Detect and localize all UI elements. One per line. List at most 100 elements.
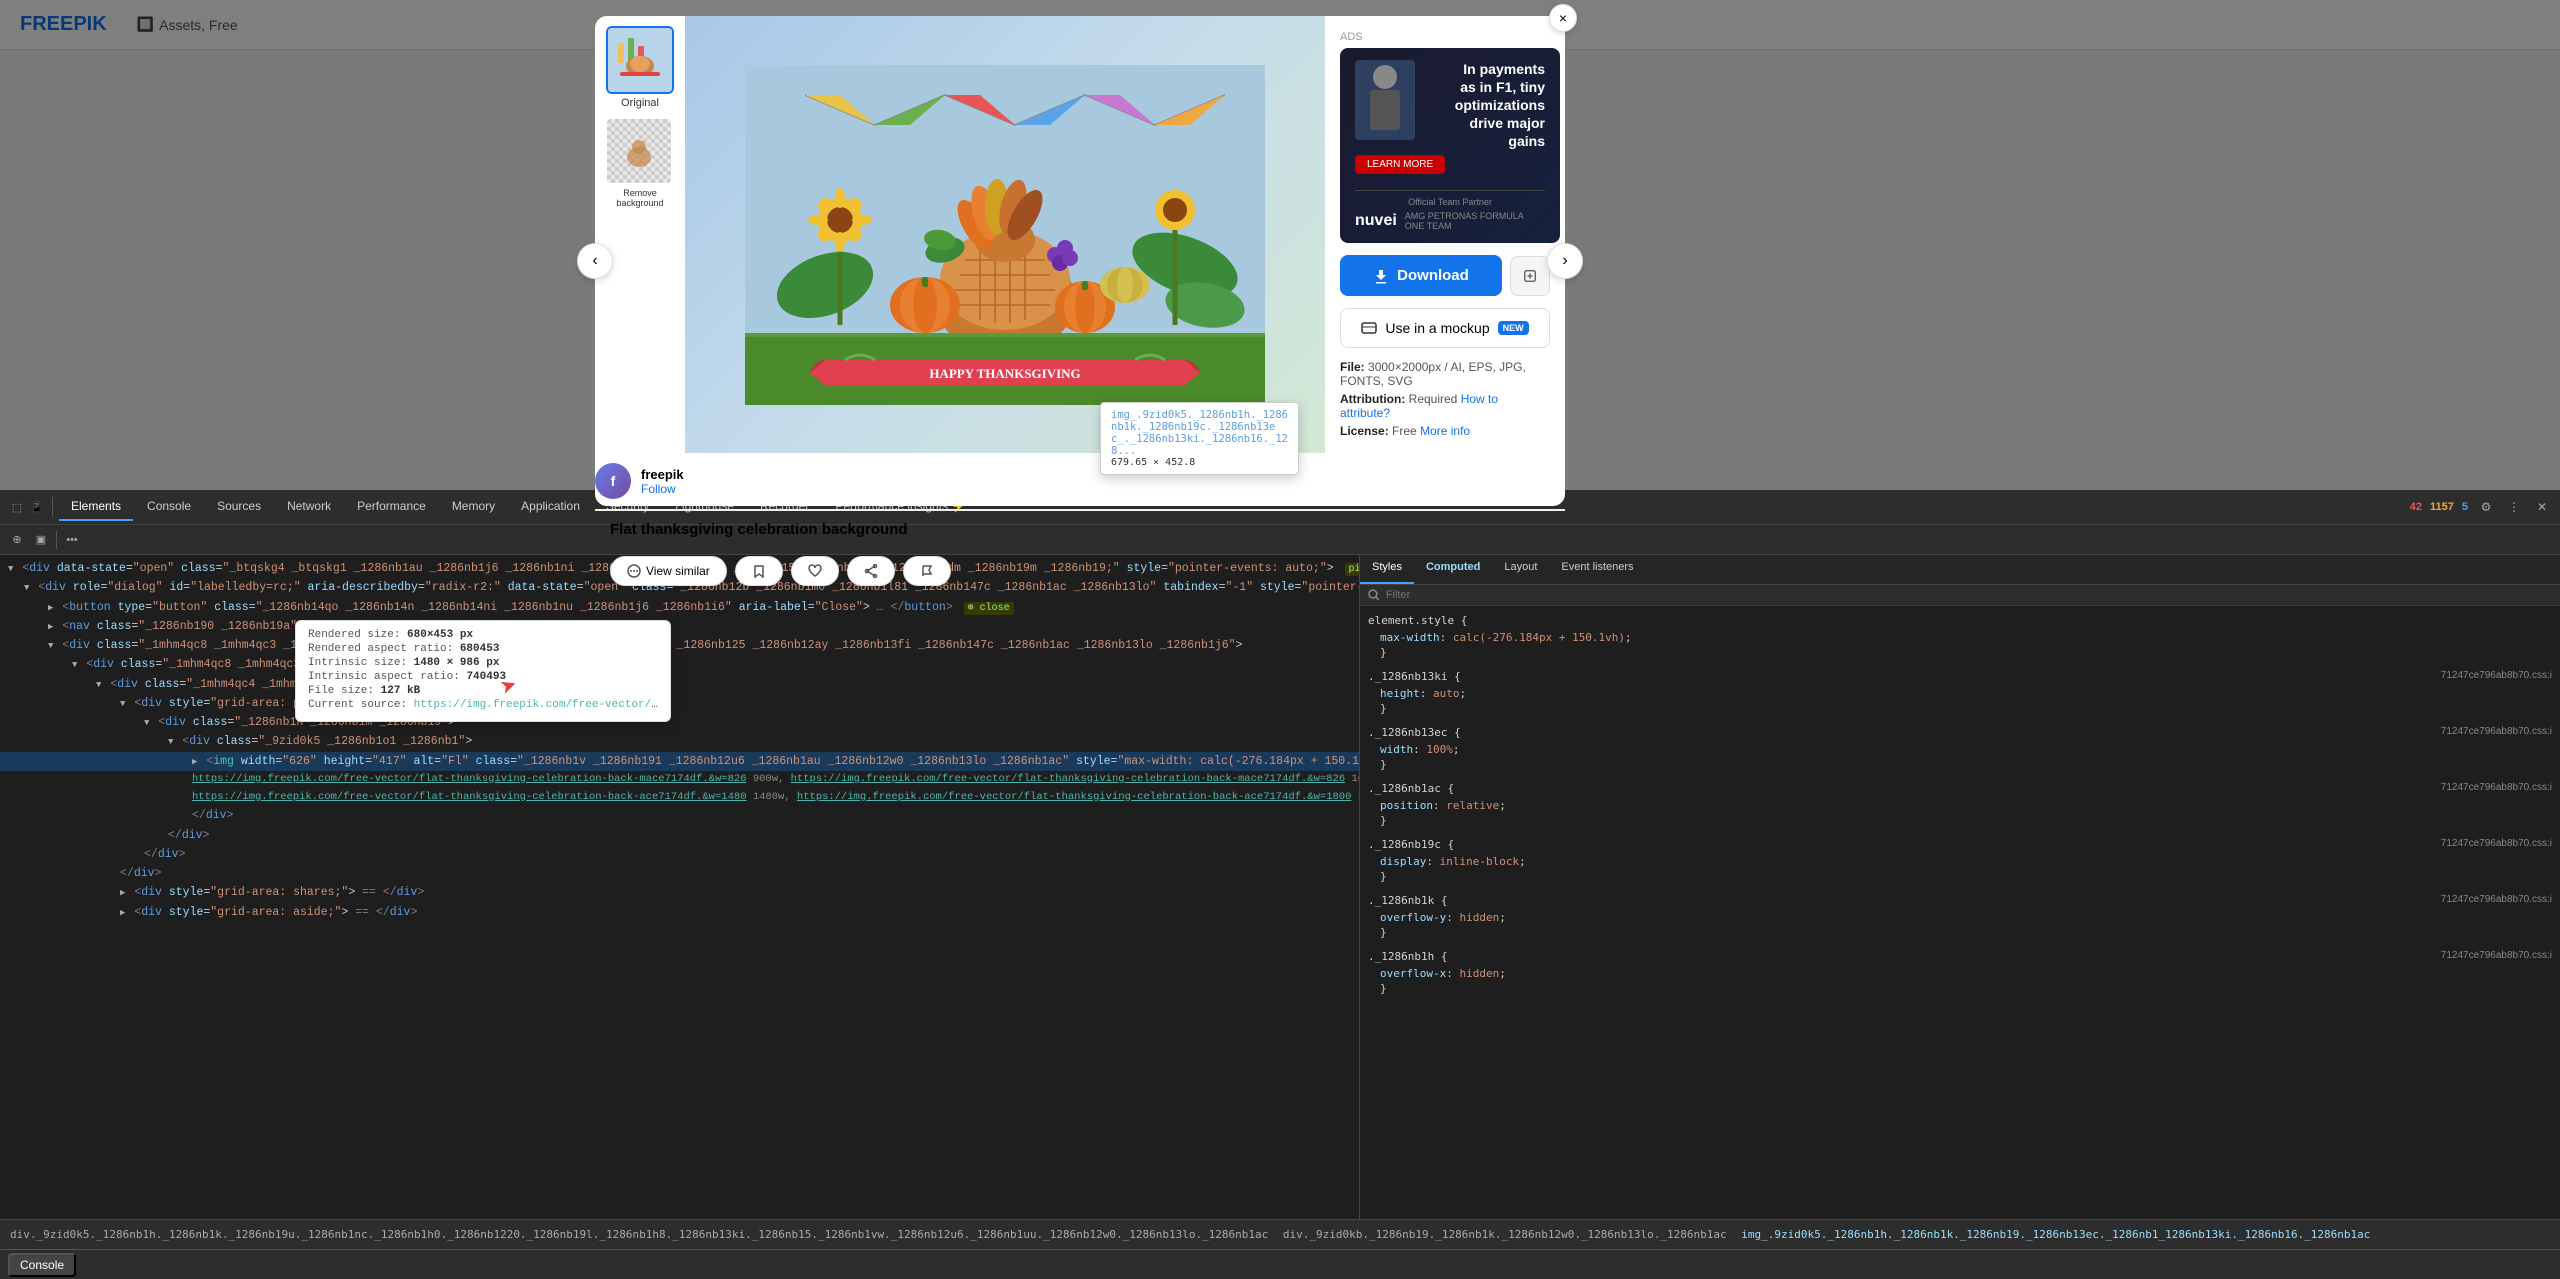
style-source-2: 71247ce796ab8b70.css:i [2441,726,2552,742]
dom-line[interactable]: </div> [0,845,1359,864]
download-icon-button[interactable] [1510,256,1550,296]
style-rule-6: ._1286nb1h { 71247ce796ab8b70.css:i over… [1368,950,2552,996]
error-count: 42 [2410,501,2422,513]
main-image: HAPPY THANKSGIVING [685,16,1325,453]
application-tab[interactable]: Application [509,493,592,521]
warning-count: 1157 [2430,501,2454,513]
dom-line-shares[interactable]: ▶ <div style="grid-area: shares;"> == </… [0,883,1359,902]
performance-tab[interactable]: Performance [345,493,438,521]
ads-learn-more-button[interactable]: LEARN MORE [1355,155,1445,174]
styles-panel: Styles Computed Layout Event listeners e… [1360,555,2560,1219]
close-devtools-icon[interactable]: ✕ [2532,497,2552,517]
image-tooltip: img_.9zid0k5._1286nb1h._1286 nb1k._1286n… [1100,402,1299,475]
console-button[interactable]: Console [8,1253,76,1277]
dom-line[interactable]: ▼ <div class="_1mhm4qc8 _1mhm4qc3 _1286n… [0,636,1359,655]
ads-text: In payments as in F1, tiny optimizations… [1425,60,1545,151]
style-selector-6: ._1286nb1h { [1368,950,1447,963]
style-prop-5[interactable]: overflow-y: hidden; [1368,910,2552,925]
style-property[interactable]: max-width: calc(-276.184px + 150.1vh); [1368,630,2552,645]
mockup-button[interactable]: Use in a mockup NEW [1340,308,1550,348]
breadcrumb-item-3[interactable]: img_.9zid0k5._1286nb1h._1286nb1k._1286nb… [1741,1228,2370,1241]
breadcrumb-item-2[interactable]: div._9zid0kb._1286nb19._1286nb1k._1286nb… [1283,1228,1727,1241]
dom-line[interactable]: ▶ <button type="button" class="_1286nb14… [0,598,1359,617]
modal: × ‹ › [595,16,1565,506]
style-source-6: 71247ce796ab8b70.css:i [2441,950,2552,966]
element-info-tooltip: Rendered size: 680×453 px Rendered aspec… [295,620,671,722]
style-selector-5: ._1286nb1k { [1368,894,1447,907]
author-avatar: f [595,463,631,499]
view-similar-button[interactable]: View similar [610,556,727,586]
device-toggle-icon[interactable]: ▣ [32,531,50,549]
style-selector-2: ._1286nb13ec { [1368,726,1461,739]
style-prop-2[interactable]: width: 100%; [1368,742,2552,757]
dom-line[interactable]: ▼ <div class="_1mhm4qc8 _1mhm4qc3 _1mhm4… [0,655,1359,674]
style-source-1: 71247ce796ab8b70.css:i [2441,670,2552,686]
style-selector-4: ._1286nb19c { [1368,838,1454,851]
settings-icon[interactable]: ⚙ [2476,497,2496,517]
more-icon[interactable]: ⋮ [2504,497,2524,517]
style-source-5: 71247ce796ab8b70.css:i [2441,894,2552,910]
style-rule-1: ._1286nb13ki { 71247ce796ab8b70.css:i he… [1368,670,2552,716]
dom-line-url[interactable]: https://img.freepik.com/free-vector/flat… [0,771,1359,789]
action-row: View similar [595,548,1565,594]
dom-line[interactable]: </div> [0,806,1359,825]
close-button[interactable]: × [1549,4,1577,32]
follow-link[interactable]: Follow [641,482,684,496]
console-tab[interactable]: Console [135,493,203,521]
dom-line-aside[interactable]: ▶ <div style="grid-area: aside;"> == </d… [0,903,1359,922]
devtools-cursor-icon[interactable]: ⬚ [8,498,26,516]
breadcrumb-item-1[interactable]: div._9zid0k5._1286nb1h._1286nb1k._1286nb… [10,1228,1268,1241]
dots-icon[interactable]: ••• [63,531,81,549]
network-tab[interactable]: Network [275,493,343,521]
elements-tab[interactable]: Elements [59,493,133,521]
dom-line[interactable]: </div> [0,864,1359,883]
styles-content: element.style { max-width: calc(-276.184… [1360,606,2560,1219]
nuvei-logo: nuvei [1355,212,1397,230]
dom-line-url2[interactable]: https://img.freepik.com/free-vector/flat… [0,789,1359,807]
dom-line[interactable]: ▼ <div class="_9zid0k5 _1286nb1o1 _1286n… [0,732,1359,751]
sources-tab[interactable]: Sources [205,493,273,521]
style-prop-1[interactable]: height: auto; [1368,686,2552,701]
devtools-breadcrumb-bar: div._9zid0k5._1286nb1h._1286nb1k._1286nb… [0,1219,2560,1249]
devtools-mobile-icon[interactable]: 📱 [28,498,46,516]
prev-button[interactable]: ‹ [577,243,613,279]
amg-logo: AMG PETRONAS FORMULA ONE TEAM [1405,211,1545,231]
dom-line[interactable]: ▼ <div class="_1286nb1h _1286nb1m _1286n… [0,713,1359,732]
element-picker-icon[interactable]: ⊕ [8,531,26,549]
right-panel: ADS [1325,16,1565,453]
heart-button[interactable] [791,556,839,586]
breadcrumb: div._9zid0k5._1286nb1h._1286nb1k._1286nb… [10,1228,2370,1241]
selected-dom-line[interactable]: ▶ <img width="626" height="417" alt="Fl"… [0,752,1359,771]
modal-inner: Original [595,16,1565,453]
next-button[interactable]: › [1547,243,1583,279]
image-title: Flat thanksgiving celebration background [595,510,1565,548]
download-button[interactable]: Download [1340,255,1502,296]
memory-tab[interactable]: Memory [440,493,507,521]
flag-button[interactable] [903,556,951,586]
style-rule-element: element.style { max-width: calc(-276.184… [1368,614,2552,660]
style-rule-5: ._1286nb1k { 71247ce796ab8b70.css:i over… [1368,894,2552,940]
license-link[interactable]: More info [1420,424,1470,438]
author-row: f freepik Follow [595,453,1565,510]
dom-line[interactable]: ▼ <div style="grid-area: preview;"> [0,694,1359,713]
dom-line[interactable]: </div> [0,826,1359,845]
image-panel: HAPPY THANKSGIVING img_.9zid0k5._1286nb1… [685,16,1325,453]
style-source-3: 71247ce796ab8b70.css:i [2441,782,2552,798]
style-selector-3: ._1286nb1ac { [1368,782,1454,795]
remove-bg-label: Remove background [605,188,675,208]
bookmark-button[interactable] [735,556,783,586]
original-thumb[interactable] [606,26,674,94]
style-prop-4[interactable]: display: inline-block; [1368,854,2552,869]
dom-line[interactable]: ▼ <div class="_1mhm4qc4 _1mhm4qcl _1mhm4… [0,675,1359,694]
original-label: Original [606,97,674,109]
dom-line[interactable]: ▶ <nav class="_1286nb190 _1286nb19a"> ==… [0,617,1359,636]
remove-bg-thumb[interactable] [605,117,673,185]
ads-label: ADS [1340,31,1550,43]
download-row: Download [1340,255,1550,296]
share-button[interactable] [847,556,895,586]
style-prop-6[interactable]: overflow-x: hidden; [1368,966,2552,981]
svg-text:HAPPY THANKSGIVING: HAPPY THANKSGIVING [929,366,1080,381]
style-prop-3[interactable]: position: relative; [1368,798,2552,813]
thumbnail-panel: Original [595,16,685,453]
author-info: freepik Follow [641,467,684,496]
